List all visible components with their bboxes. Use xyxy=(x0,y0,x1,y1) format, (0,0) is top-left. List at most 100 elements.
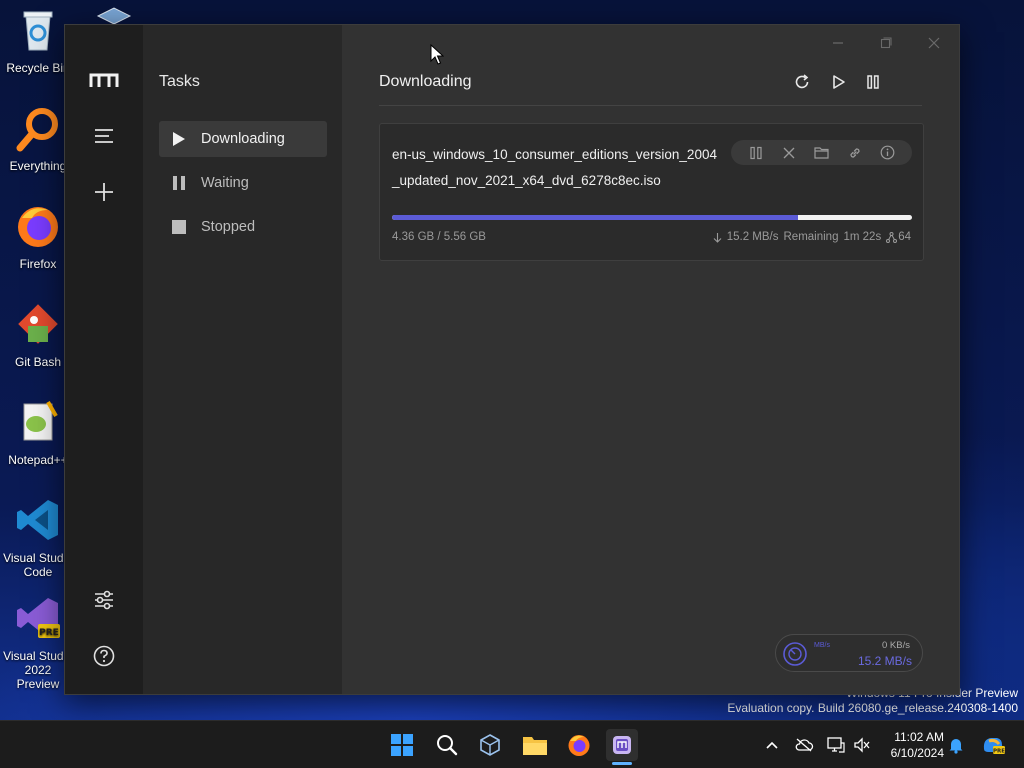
task-progress-bar xyxy=(392,215,912,220)
cloud-offline-icon xyxy=(795,738,814,752)
watermark-line-2: Evaluation copy. Build 26080.ge_release.… xyxy=(727,701,1018,715)
maximize-button[interactable] xyxy=(871,31,901,55)
resume-all-button[interactable] xyxy=(826,69,852,95)
motrix-logo-icon xyxy=(89,73,119,87)
add-task-button[interactable] xyxy=(89,177,119,207)
taskbar-virtualbox[interactable] xyxy=(474,729,506,761)
header-divider xyxy=(379,105,922,106)
task-delete-button[interactable] xyxy=(780,144,798,162)
refresh-icon xyxy=(795,74,809,89)
network-icon xyxy=(827,737,845,753)
motrix-window: Tasks Downloading Waiting Stopped Downlo… xyxy=(64,24,960,695)
folder-icon xyxy=(814,147,829,159)
sidebar-item-label: Waiting xyxy=(201,175,249,191)
volume-muted-icon xyxy=(854,737,870,753)
play-icon xyxy=(171,131,187,147)
clock-date: 6/10/2024 xyxy=(890,746,944,760)
taskbar-clock[interactable]: 11:02 AM 6/10/2024 xyxy=(880,729,944,761)
link-icon xyxy=(849,147,860,158)
task-info-button[interactable] xyxy=(879,144,897,162)
menu-icon xyxy=(95,129,113,143)
firefox-icon xyxy=(18,207,58,247)
task-remaining-value: 1m 22s xyxy=(843,231,882,243)
speedometer-icon xyxy=(783,642,807,666)
upload-speed: 0 KB/s xyxy=(882,640,910,651)
volume-tray[interactable] xyxy=(852,735,872,755)
close-window-button[interactable] xyxy=(919,31,949,55)
info-icon xyxy=(880,145,895,160)
app-rail xyxy=(65,25,143,694)
app-logo xyxy=(89,65,119,95)
taskbar-search-button[interactable] xyxy=(431,729,463,761)
page-title: Downloading xyxy=(379,73,472,90)
taskbar-motrix[interactable] xyxy=(606,729,638,761)
active-app-indicator xyxy=(612,762,632,765)
help-icon xyxy=(93,645,115,667)
virtualbox-icon xyxy=(480,734,500,756)
task-open-folder-button[interactable] xyxy=(813,144,831,162)
firefox-icon xyxy=(568,735,590,756)
start-button[interactable] xyxy=(386,729,418,761)
visual-studio-preview-icon: PRE xyxy=(17,598,60,638)
pause-icon xyxy=(749,146,762,159)
git-bash-icon xyxy=(18,304,58,344)
close-icon xyxy=(783,147,794,158)
task-remaining-label: Remaining xyxy=(783,231,839,243)
clock-time: 11:02 AM xyxy=(894,730,944,744)
refresh-button[interactable] xyxy=(789,69,815,95)
task-pause-button[interactable] xyxy=(747,144,765,162)
svg-text:PRE: PRE xyxy=(993,749,1005,755)
sidebar-item-stopped[interactable]: Stopped xyxy=(159,209,327,245)
everything-search-icon xyxy=(16,108,58,152)
folder-icon xyxy=(523,737,547,755)
download-arrow-icon xyxy=(713,232,722,243)
windows-logo-icon xyxy=(391,734,413,756)
task-stats: 15.2 MB/s Remaining 1m 22s 64 xyxy=(713,231,911,243)
sliders-icon xyxy=(95,590,113,610)
speedometer-unit: MB/s xyxy=(814,642,830,649)
search-icon xyxy=(437,735,458,756)
speedometer[interactable]: MB/s 0 KB/s 15.2 MB/s xyxy=(775,634,923,672)
main-panel: Downloading en-us_windows_10_consumer_ed… xyxy=(342,25,959,694)
task-connections: 64 xyxy=(898,231,911,243)
sidebar-title: Tasks xyxy=(159,73,200,90)
vscode-icon xyxy=(17,500,58,540)
network-tray[interactable] xyxy=(826,735,846,755)
sidebar-item-label: Stopped xyxy=(201,219,256,235)
sidebar-item-downloading[interactable]: Downloading xyxy=(159,121,327,157)
mouse-cursor-icon xyxy=(430,44,444,65)
notifications-button[interactable] xyxy=(946,735,966,755)
onedrive-tray[interactable] xyxy=(794,735,814,755)
close-icon xyxy=(928,37,940,49)
task-progress-fill xyxy=(392,215,798,220)
taskbar: 11:02 AM 6/10/2024 PRE xyxy=(0,720,1024,768)
chevron-up-icon xyxy=(766,741,778,749)
pause-icon xyxy=(171,175,187,191)
preferences-button[interactable] xyxy=(89,585,119,615)
task-item[interactable]: en-us_windows_10_consumer_editions_versi… xyxy=(379,123,924,261)
show-hidden-icons-button[interactable] xyxy=(762,735,782,755)
task-actions xyxy=(731,140,912,165)
taskbar-firefox[interactable] xyxy=(563,729,595,761)
task-copy-link-button[interactable] xyxy=(846,144,864,162)
plus-icon xyxy=(95,183,113,201)
copilot-button[interactable]: PRE xyxy=(980,735,1006,755)
task-size: 4.36 GB / 5.56 GB xyxy=(392,231,486,243)
download-speed: 15.2 MB/s xyxy=(857,654,912,668)
recycle-bin-icon xyxy=(23,11,53,51)
motrix-app-icon xyxy=(613,736,631,754)
taskbar-file-explorer[interactable] xyxy=(519,729,551,761)
task-filename: en-us_windows_10_consumer_editions_versi… xyxy=(392,147,717,188)
pause-icon xyxy=(867,75,879,89)
help-button[interactable] xyxy=(89,641,119,671)
sidebar-item-waiting[interactable]: Waiting xyxy=(159,165,327,201)
virtualbox-icon[interactable] xyxy=(94,6,134,26)
sidebar-item-label: Downloading xyxy=(201,131,285,147)
minimize-button[interactable] xyxy=(823,31,853,55)
stop-icon xyxy=(171,219,187,235)
pause-all-button[interactable] xyxy=(860,69,886,95)
menu-button[interactable] xyxy=(89,121,119,151)
task-speed: 15.2 MB/s xyxy=(726,231,779,243)
maximize-icon xyxy=(880,37,892,49)
copilot-icon: PRE xyxy=(983,738,1005,755)
